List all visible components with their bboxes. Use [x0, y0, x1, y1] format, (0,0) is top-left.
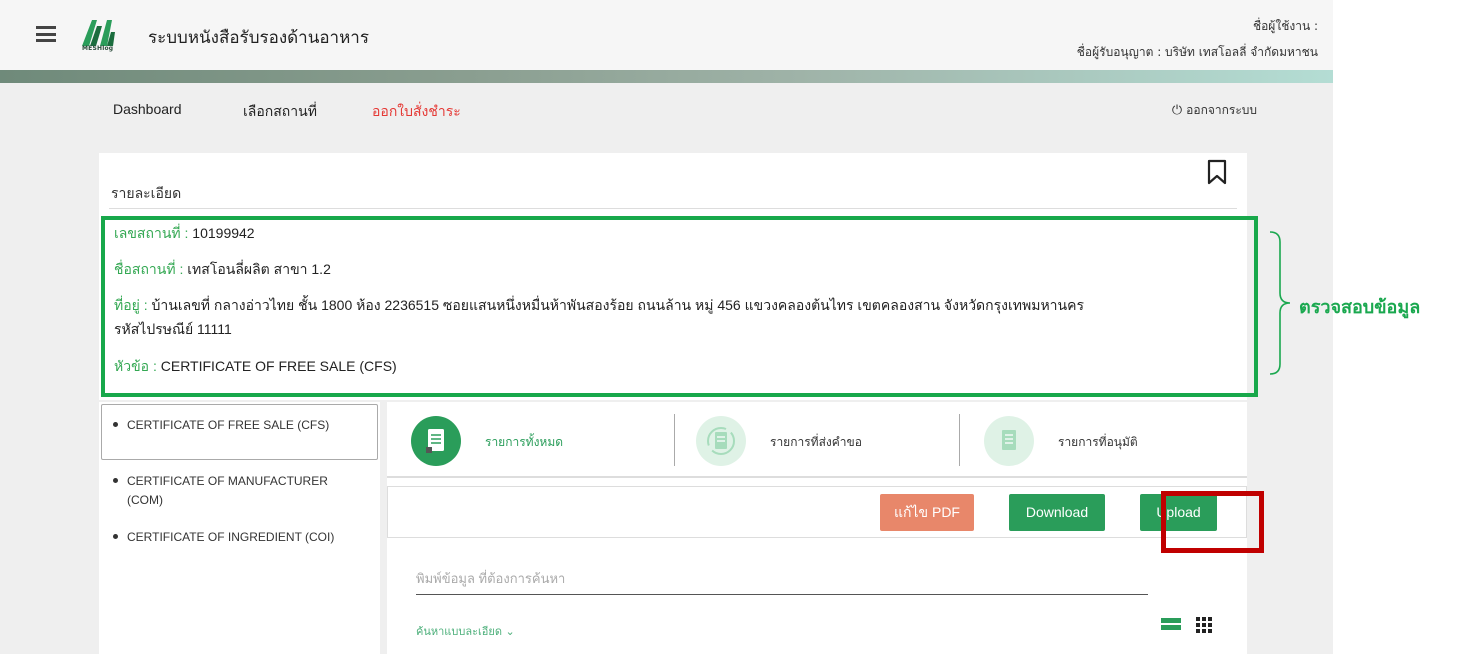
certificate-item-coi[interactable]: CERTIFICATE OF INGREDIENT (COI) — [113, 528, 334, 547]
app-title: ระบบหนังสือรับรองด้านอาหาร — [148, 28, 369, 47]
certificate-list: CERTIFICATE OF FREE SALE (CFS) CERTIFICA… — [99, 402, 380, 654]
annotation-label: ตรวจสอบข้อมูล — [1299, 297, 1421, 318]
meshlog-logo: MESHlog — [80, 18, 124, 58]
address-label: ที่อยู่ : — [114, 297, 148, 313]
nav-dashboard[interactable]: Dashboard — [113, 101, 182, 117]
search-input[interactable] — [416, 553, 1148, 595]
document-icon — [411, 416, 461, 466]
main-nav: Dashboard เลือกสถานที่ ออกใบสั่งชำระ ⏻ ออ… — [0, 83, 1333, 133]
upload-highlight-box — [1161, 491, 1264, 553]
place-name-row: ชื่อสถานที่ : เทสโอนลี่ผลิต สาขา 1.2 — [114, 259, 331, 281]
place-number-value: 10199942 — [192, 225, 255, 241]
address-row: ที่อยู่ : บ้านเลขที่ กลางอ่าวไทย ชั้น 18… — [114, 295, 1084, 317]
topic-value: CERTIFICATE OF FREE SALE (CFS) — [160, 358, 397, 374]
place-name-value: เทสโอนลี่ผลิต สาขา 1.2 — [187, 261, 331, 277]
bullet-icon — [113, 478, 118, 483]
address-row-2: รหัสไปรษณีย์ 11111 — [114, 321, 232, 337]
top-bar: MESHlog ระบบหนังสือรับรองด้านอาหาร ชื่อผ… — [0, 0, 1333, 70]
detail-highlight-box: เลขสถานที่ : 10199942 ชื่อสถานที่ : เทสโ… — [101, 216, 1258, 397]
status-tabs: รายการทั้งหมด รายการที่ส่งคำขอ รายการที่… — [387, 402, 1247, 478]
logo-text: MESHlog — [82, 45, 114, 52]
tab-divider — [959, 414, 960, 466]
certificate-label-cont: (COM) — [127, 493, 163, 507]
hamburger-menu-icon[interactable] — [36, 26, 56, 42]
certificate-item-cfs[interactable]: CERTIFICATE OF FREE SALE (CFS) — [113, 416, 329, 435]
content-panel: รายการทั้งหมด รายการที่ส่งคำขอ รายการที่… — [387, 402, 1247, 654]
tab-requested-label: รายการที่ส่งคำขอ — [770, 435, 862, 449]
bullet-icon — [113, 422, 118, 427]
list-view-icon[interactable] — [1161, 618, 1181, 631]
certificate-label: CERTIFICATE OF INGREDIENT (COI) — [127, 530, 335, 544]
power-icon: ⏻ — [1171, 103, 1183, 118]
certificate-label: CERTIFICATE OF MANUFACTURER — [127, 474, 328, 488]
tab-requested[interactable]: รายการที่ส่งคำขอ — [696, 414, 916, 466]
bullet-icon — [113, 534, 118, 539]
approved-document-icon — [984, 416, 1034, 466]
detail-title: รายละเอียด — [111, 186, 182, 202]
place-name-label: ชื่อสถานที่ : — [114, 261, 184, 277]
topic-label: หัวข้อ : — [114, 358, 157, 374]
tab-all-label: รายการทั้งหมด — [485, 435, 564, 449]
header-gradient-band — [0, 70, 1333, 83]
nav-issue-payment[interactable]: ออกใบสั่งชำระ — [372, 101, 461, 123]
action-toolbar: แก้ไข PDF Download Upload — [387, 486, 1247, 538]
place-number-row: เลขสถานที่ : 10199942 — [114, 223, 255, 245]
nav-select-place[interactable]: เลือกสถานที่ — [243, 101, 317, 123]
certificate-label: CERTIFICATE OF FREE SALE (CFS) — [127, 418, 330, 432]
topic-row: หัวข้อ : CERTIFICATE OF FREE SALE (CFS) — [114, 356, 397, 378]
tab-approved[interactable]: รายการที่อนุมัติ — [984, 414, 1204, 466]
tab-approved-label: รายการที่อนุมัติ — [1058, 435, 1138, 449]
licensee-label: ชื่อผู้รับอนุญาต : บริษัท เทสโอลลี่ จำกั… — [1076, 45, 1318, 59]
advanced-search-link[interactable]: ค้นหาแบบละเอียด ⌄ — [416, 622, 515, 640]
logout-button[interactable]: ⏻ ออกจากระบบ — [1172, 101, 1257, 120]
detail-divider — [109, 208, 1237, 209]
tab-divider — [674, 414, 675, 466]
edit-pdf-button[interactable]: แก้ไข PDF — [880, 494, 974, 531]
sync-document-icon — [696, 416, 746, 466]
place-number-label: เลขสถานที่ : — [114, 225, 189, 241]
tab-all[interactable]: รายการทั้งหมด — [411, 414, 631, 466]
logout-label: ออกจากระบบ — [1186, 103, 1257, 117]
annotation-bracket — [1269, 231, 1290, 375]
address-value: บ้านเลขที่ กลางอ่าวไทย ชั้น 1800 ห้อง 22… — [151, 297, 1084, 313]
user-label: ชื่อผู้ใช้งาน : — [1252, 19, 1318, 33]
certificate-item-com[interactable]: CERTIFICATE OF MANUFACTURER (COM) — [113, 472, 328, 510]
bookmark-icon[interactable] — [1207, 159, 1227, 185]
grid-view-icon[interactable] — [1196, 617, 1212, 633]
download-button[interactable]: Download — [1009, 494, 1105, 531]
